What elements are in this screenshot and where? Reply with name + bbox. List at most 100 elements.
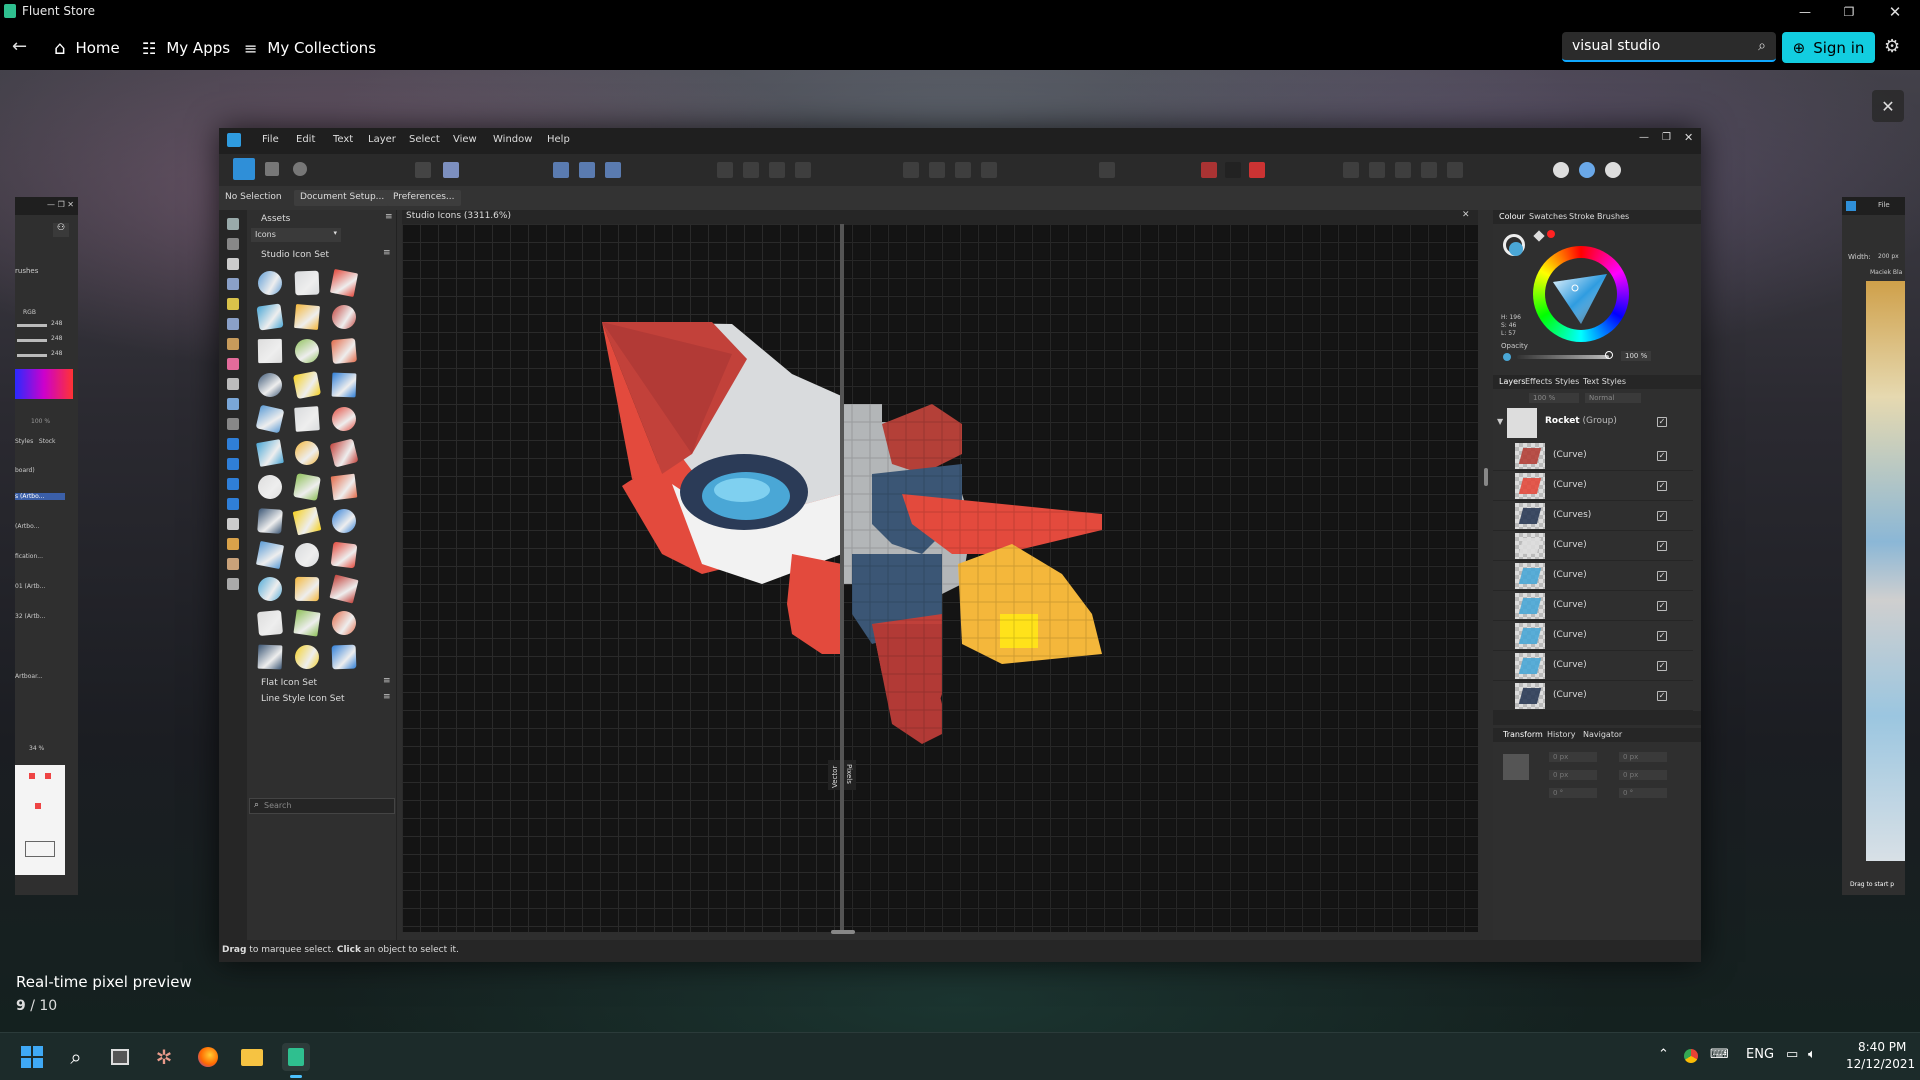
asset-set-studio[interactable]: Studio Icon Set <box>261 250 329 260</box>
transform-rotation[interactable]: 0 ° <box>1549 788 1597 798</box>
grid-icon[interactable] <box>1201 162 1217 178</box>
toolbar-icon[interactable] <box>1421 162 1437 178</box>
search-icon[interactable]: ⌕ <box>1758 38 1766 54</box>
artboard-tool-icon[interactable] <box>227 238 239 250</box>
visibility-checkbox[interactable]: ✓ <box>1657 451 1667 461</box>
toolbar-icon[interactable] <box>795 162 811 178</box>
assets-category-select[interactable]: Icons ▾ <box>251 228 341 242</box>
asset-set-flat[interactable]: Flat Icon Set <box>261 678 317 688</box>
nav-my-collections[interactable]: ≡ My Collections <box>244 34 376 62</box>
app-close-button[interactable]: ✕ <box>1684 131 1693 144</box>
node-tool-icon[interactable] <box>227 258 239 270</box>
layer-row[interactable]: (Curve) ✓ <box>1493 471 1693 501</box>
studio-asset-icon[interactable] <box>257 508 283 534</box>
layer-row[interactable]: (Curve) ✓ <box>1493 591 1693 621</box>
prev-screenshot[interactable]: — ❐ ✕ ⚇ rushes RGB 248 248 248 100 % Sty… <box>15 197 78 895</box>
set-menu-icon[interactable]: ≡ <box>383 692 391 702</box>
opacity-slider[interactable] <box>1517 355 1609 359</box>
studio-asset-icon[interactable] <box>255 404 285 434</box>
fill-tool-icon[interactable] <box>227 358 239 370</box>
nav-my-apps[interactable]: ☷ My Apps <box>142 34 230 62</box>
studio-asset-icon[interactable] <box>294 576 320 602</box>
pencil-tool-icon[interactable] <box>227 318 239 330</box>
fluent-store-taskbar-button[interactable] <box>282 1043 310 1071</box>
firefox-taskbar-button[interactable] <box>194 1043 222 1071</box>
layer-row[interactable]: (Curve) ✓ <box>1493 621 1693 651</box>
studio-asset-icon[interactable] <box>292 370 322 400</box>
tab-layers[interactable]: Layers <box>1499 377 1525 386</box>
export-persona-icon[interactable] <box>293 162 307 176</box>
transform-x[interactable]: 0 px <box>1549 752 1597 762</box>
close-window-button[interactable]: ✕ <box>1872 0 1918 24</box>
hand-tool-icon[interactable] <box>227 558 239 570</box>
toolbar-icon[interactable] <box>903 162 919 178</box>
set-menu-icon[interactable]: ≡ <box>383 676 391 686</box>
layer-row[interactable]: (Curve) ✓ <box>1493 681 1693 711</box>
zoom-tool-icon[interactable] <box>227 578 239 590</box>
tray-overflow-icon[interactable]: ⌃ <box>1658 1047 1669 1062</box>
toolbar-icon[interactable] <box>717 162 733 178</box>
set-menu-icon[interactable]: ≡ <box>383 248 391 258</box>
studio-asset-icon[interactable] <box>293 303 321 331</box>
studio-asset-icon[interactable] <box>294 406 320 432</box>
chrome-tray-icon[interactable] <box>1684 1049 1698 1063</box>
transform-h[interactable]: 0 px <box>1619 770 1667 780</box>
clock-time[interactable]: 8:40 PM <box>1858 1040 1906 1054</box>
next-screenshot[interactable]: File Width: 200 px Maciek Bla Drag to st… <box>1842 197 1905 895</box>
visibility-checkbox[interactable]: ✓ <box>1657 541 1667 551</box>
studio-asset-icon[interactable] <box>257 474 283 500</box>
nav-home[interactable]: ⌂ Home <box>54 34 120 62</box>
menu-window[interactable]: Window <box>493 134 532 145</box>
tab-styles[interactable]: Styles <box>1555 377 1579 386</box>
tab-text-styles[interactable]: Text Styles <box>1583 377 1626 386</box>
menu-edit[interactable]: Edit <box>296 134 315 145</box>
toolbar-icon[interactable] <box>981 162 997 178</box>
close-document-icon[interactable]: ✕ <box>1462 210 1470 220</box>
boolean-icon[interactable] <box>1553 162 1569 178</box>
studio-asset-icon[interactable] <box>329 574 359 604</box>
clock-date[interactable]: 12/12/2021 <box>1846 1057 1915 1071</box>
minimize-button[interactable]: — <box>1782 0 1828 24</box>
restore-button[interactable]: ❐ <box>1826 0 1872 24</box>
layer-row[interactable]: (Curve) ✓ <box>1493 561 1693 591</box>
layer-opacity[interactable]: 100 % <box>1529 393 1579 403</box>
network-icon[interactable]: ▭ <box>1786 1047 1798 1062</box>
visibility-checkbox[interactable]: ✓ <box>1657 601 1667 611</box>
tab-effects[interactable]: Effects <box>1525 377 1552 386</box>
toolbar-icon[interactable] <box>1343 162 1359 178</box>
studio-asset-icon[interactable] <box>331 644 357 670</box>
menu-text[interactable]: Text <box>333 134 353 145</box>
move-tool-icon[interactable] <box>227 218 239 230</box>
artboard-canvas[interactable]: Vector Pixels <box>402 224 1478 932</box>
rounded-rect-icon[interactable] <box>227 478 239 490</box>
studio-asset-icon[interactable] <box>330 541 358 569</box>
settings-button[interactable]: ⚙ <box>1884 36 1900 57</box>
asset-set-line[interactable]: Line Style Icon Set <box>261 694 345 704</box>
studio-asset-icon[interactable] <box>329 268 359 298</box>
blend-mode[interactable]: Normal <box>1585 393 1641 403</box>
studio-asset-icon[interactable] <box>293 473 321 501</box>
toolbar-icon[interactable] <box>743 162 759 178</box>
studio-asset-icon[interactable] <box>331 372 357 398</box>
visibility-checkbox[interactable]: ✓ <box>1657 417 1667 427</box>
studio-asset-icon[interactable] <box>255 574 285 604</box>
studio-asset-icon[interactable] <box>292 336 322 366</box>
v-scroll-thumb[interactable] <box>1484 468 1488 486</box>
layer-row[interactable]: (Curves) ✓ <box>1493 501 1693 531</box>
studio-asset-icon[interactable] <box>330 405 358 433</box>
rectangle-tool-icon[interactable] <box>227 438 239 450</box>
visibility-checkbox[interactable]: ✓ <box>1657 691 1667 701</box>
studio-asset-icon[interactable] <box>256 439 284 467</box>
menu-file[interactable]: File <box>262 134 279 145</box>
opacity-slider-handle[interactable] <box>1605 351 1613 359</box>
layer-row[interactable]: (Curve) ✓ <box>1493 441 1693 471</box>
close-viewer-button[interactable]: ✕ <box>1872 90 1904 122</box>
designer-persona-icon[interactable] <box>233 158 255 180</box>
studio-asset-icon[interactable] <box>329 438 359 468</box>
back-button[interactable]: ← <box>12 36 27 57</box>
studio-asset-icon[interactable] <box>257 338 283 364</box>
studio-asset-icon[interactable] <box>256 609 284 637</box>
toolbar-icon[interactable] <box>929 162 945 178</box>
transform-y[interactable]: 0 px <box>1619 752 1667 762</box>
toolbar-icon[interactable] <box>1099 162 1115 178</box>
